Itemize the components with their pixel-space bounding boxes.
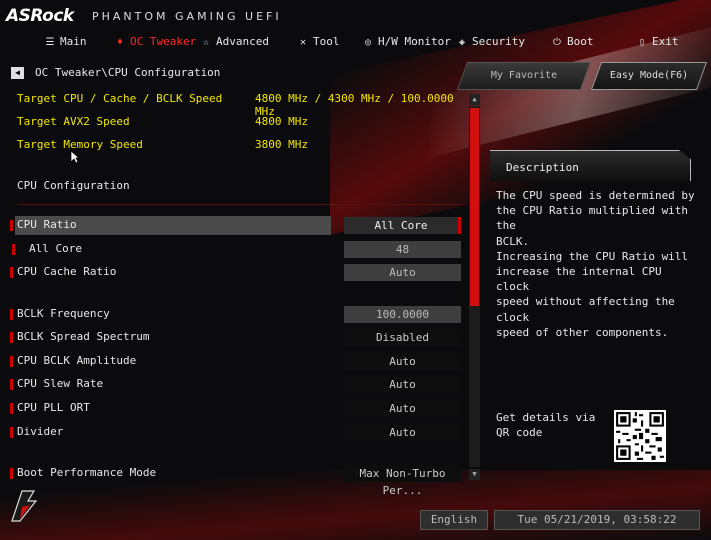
target-memory-speed-row: Target Memory Speed 3800 MHz	[17, 138, 457, 152]
row-marker	[10, 403, 13, 414]
setting-cpu-bclk-amplitude[interactable]: CPU BCLK Amplitude Auto	[10, 352, 462, 370]
setting-all-core[interactable]: All Core 48	[10, 240, 462, 258]
setting-label: CPU Ratio	[17, 218, 77, 231]
brand-subtitle: PHANTOM GAMING UEFI	[92, 10, 282, 23]
setting-bclk-frequency[interactable]: BCLK Frequency 100.0000	[10, 305, 462, 323]
exit-icon: ▯	[638, 37, 646, 48]
target-cpu-speed-row: Target CPU / Cache / BCLK Speed 4800 MHz…	[17, 92, 457, 118]
breadcrumb: OC Tweaker\CPU Configuration	[35, 66, 221, 79]
row-marker	[10, 220, 13, 231]
row-marker	[10, 332, 13, 343]
section-title: CPU Configuration	[17, 179, 130, 192]
qr-caption: Get details via QR code	[496, 411, 596, 439]
setting-label: CPU PLL ORT	[17, 401, 90, 414]
setting-value-input[interactable]: Auto	[344, 264, 461, 281]
setting-cpu-pll-ort[interactable]: CPU PLL ORT Auto	[10, 399, 462, 417]
tab-hw-monitor[interactable]: ◎ H/W Monitor	[362, 35, 451, 51]
phantom-gaming-logo-icon	[11, 490, 38, 522]
setting-value-dropdown[interactable]: All Core	[344, 217, 461, 234]
info-value: 4800 MHz	[255, 115, 308, 128]
setting-cpu-cache-ratio[interactable]: CPU Cache Ratio Auto	[10, 263, 462, 281]
setting-boot-performance-mode[interactable]: Boot Performance Mode Max Non-Turbo Per.…	[10, 464, 462, 497]
row-marker	[10, 356, 13, 367]
tab-advanced[interactable]: ☆ Advanced	[200, 35, 269, 51]
setting-value-dropdown[interactable]: Auto	[344, 376, 461, 393]
description-text: The CPU speed is determined by the CPU R…	[496, 189, 695, 339]
info-label: Target AVX2 Speed	[17, 115, 130, 128]
mouse-cursor-icon	[70, 150, 80, 164]
flame-icon: ♦	[116, 37, 124, 48]
tab-security[interactable]: ◈ Security	[456, 35, 525, 51]
setting-value-dropdown[interactable]: Auto	[344, 424, 461, 441]
row-marker	[10, 379, 13, 390]
setting-divider[interactable]: Divider Auto	[10, 423, 462, 441]
scroll-down-arrow-icon[interactable]: ▼	[469, 469, 480, 480]
star-icon: ☆	[202, 37, 210, 48]
tab-tool[interactable]: ✕ Tool	[297, 35, 340, 51]
setting-label: CPU BCLK Amplitude	[17, 354, 137, 367]
easy-mode-button[interactable]: Easy Mode(F6)	[590, 62, 708, 90]
tab-boot[interactable]: ⏻ Boot	[551, 35, 593, 51]
row-marker	[10, 267, 13, 278]
setting-cpu-slew-rate[interactable]: CPU Slew Rate Auto	[10, 375, 462, 393]
setting-value-dropdown[interactable]: Max Non-Turbo Per...	[344, 465, 461, 497]
info-value: 3800 MHz	[255, 138, 308, 151]
setting-value-dropdown[interactable]: Auto	[344, 400, 461, 417]
info-label: Target CPU / Cache / BCLK Speed	[17, 92, 223, 105]
qr-code-icon	[614, 410, 666, 462]
tab-oc-tweaker[interactable]: ♦ OC Tweaker	[114, 35, 196, 51]
setting-label: CPU Slew Rate	[17, 377, 104, 390]
setting-value-dropdown[interactable]: Disabled	[344, 329, 461, 346]
my-favorite-button[interactable]: My Favorite	[456, 62, 592, 90]
globe-icon: ◎	[364, 37, 372, 48]
datetime-display: Tue 05/21/2019, 03:58:22	[494, 510, 700, 530]
tab-main[interactable]: ☰ Main	[44, 35, 87, 51]
setting-value-input[interactable]: 100.0000	[344, 306, 461, 323]
brand-logo: ASRock	[6, 6, 74, 26]
back-arrow-icon[interactable]: ◀	[11, 67, 24, 79]
tab-exit[interactable]: ▯ Exit	[636, 35, 679, 51]
section-divider	[17, 204, 463, 205]
setting-label: Divider	[17, 425, 64, 438]
setting-label: CPU Cache Ratio	[17, 265, 117, 278]
shield-icon: ◈	[458, 37, 466, 48]
row-marker	[10, 468, 13, 479]
list-icon: ☰	[45, 37, 55, 48]
row-marker	[12, 244, 15, 255]
main-nav: ☰ Main ♦ OC Tweaker ☆ Advanced ✕ Tool ◎ H/W M…	[0, 32, 711, 54]
setting-value-dropdown[interactable]: Auto	[344, 353, 461, 370]
target-avx2-speed-row: Target AVX2 Speed 4800 MHz	[17, 115, 457, 129]
setting-label: BCLK Frequency	[17, 307, 110, 320]
power-icon: ⏻	[553, 37, 561, 48]
setting-cpu-ratio[interactable]: CPU Ratio All Core	[10, 216, 462, 235]
description-title: Description	[506, 161, 579, 174]
setting-label: BCLK Spread Spectrum	[17, 330, 150, 343]
header: ASRock PHANTOM GAMING UEFI	[0, 0, 711, 30]
setting-label: All Core	[29, 242, 82, 255]
scrollbar-thumb[interactable]	[470, 108, 479, 306]
row-marker	[10, 427, 13, 438]
tools-icon: ✕	[299, 37, 307, 48]
row-marker	[10, 309, 13, 320]
setting-value-input[interactable]: 48	[344, 241, 461, 258]
setting-label: Boot Performance Mode	[17, 466, 157, 479]
scroll-up-arrow-icon[interactable]: ▲	[469, 94, 480, 105]
description-header: Description	[490, 150, 691, 181]
setting-bclk-spread-spectrum[interactable]: BCLK Spread Spectrum Disabled	[10, 328, 462, 346]
language-button[interactable]: English	[420, 510, 488, 530]
